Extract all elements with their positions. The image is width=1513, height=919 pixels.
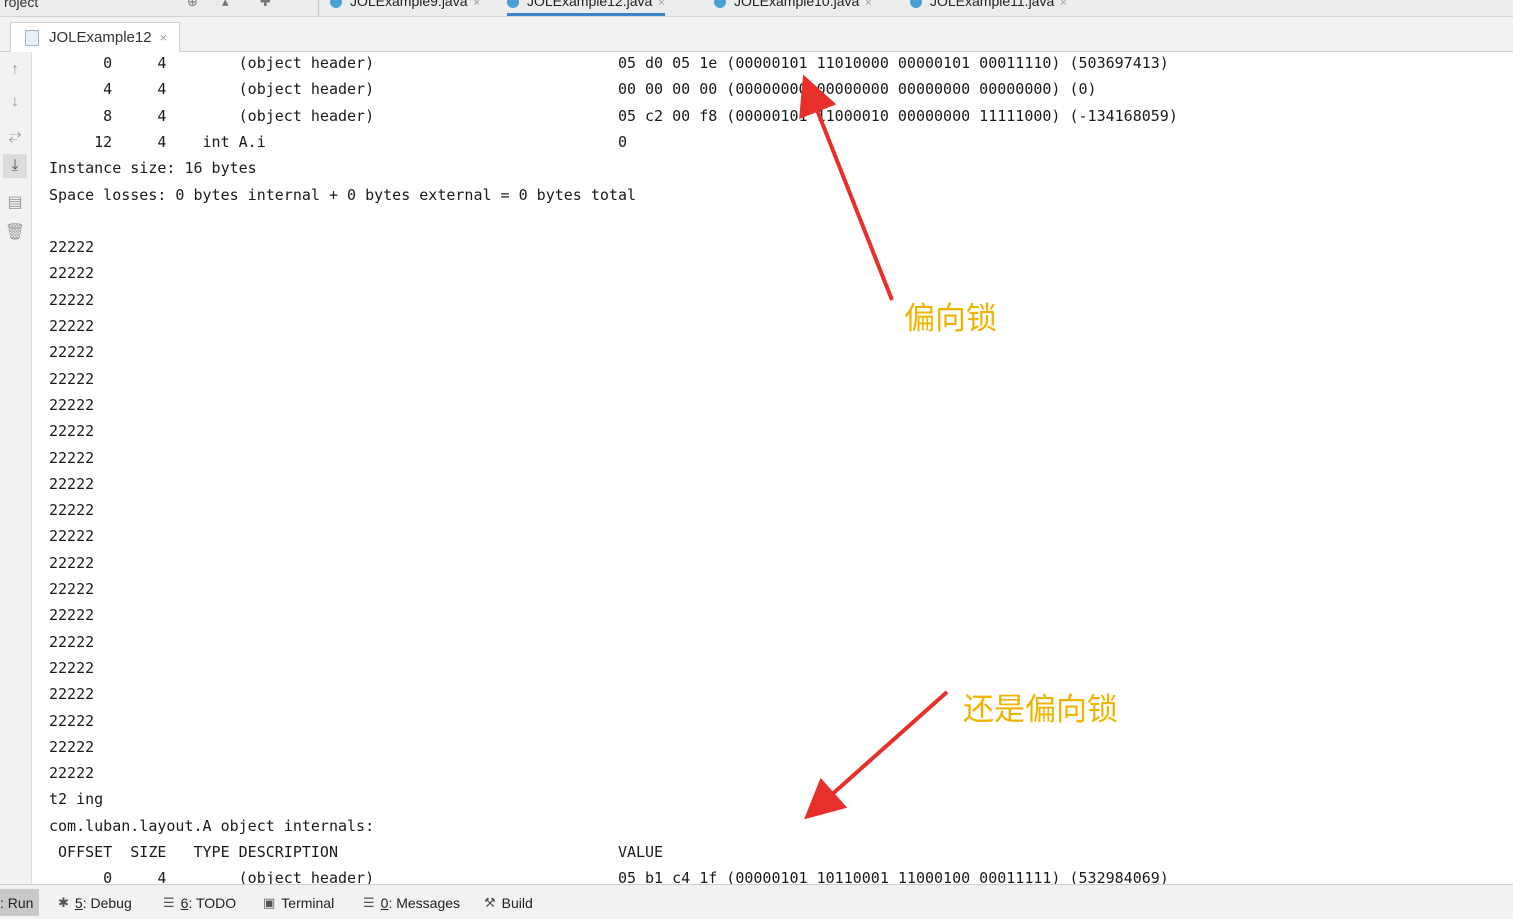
list-icon: ☰ xyxy=(163,895,175,910)
soft-wrap-icon[interactable]: ⥂ xyxy=(3,124,27,148)
console-line: 12 4 int A.i 0 xyxy=(49,132,627,151)
java-class-icon xyxy=(330,0,342,9)
console-line: 0 4 (object header) 05 d0 05 1e (0000010… xyxy=(49,54,1169,72)
up-arrow-icon[interactable]: ↑ xyxy=(3,58,27,82)
run-tab-jolexample12[interactable]: JOLExample12 × xyxy=(10,22,181,52)
annotation-biased-lock: 偏向锁 xyxy=(904,301,997,337)
java-class-icon xyxy=(910,0,922,9)
hammer-icon: ⚒ xyxy=(484,895,496,910)
console-line: t2 ing xyxy=(49,790,104,809)
print-icon[interactable]: ▤ xyxy=(3,190,27,214)
editor-tab-jolexample11[interactable]: JOLExample11.java × xyxy=(910,0,1067,16)
console-line: Instance size: 16 bytes xyxy=(49,159,257,178)
console-line: 22222 xyxy=(49,448,95,467)
console-line: 22222 xyxy=(49,764,95,783)
debug-tool-button[interactable]: ✱ 5: Debug xyxy=(58,893,132,913)
terminal-icon: ▣ xyxy=(263,895,276,910)
build-tool-button[interactable]: ⚒ Build xyxy=(484,893,533,913)
messages-icon: ☰ xyxy=(363,895,375,910)
console-line: 22222 xyxy=(49,553,95,572)
annotation-still-biased-lock: 还是偏向锁 xyxy=(963,692,1118,728)
close-icon[interactable]: × xyxy=(474,0,480,9)
run-tool-button[interactable]: : Run xyxy=(0,889,40,916)
run-config-icon xyxy=(25,29,39,46)
console-line: 22222 xyxy=(49,501,95,520)
project-tool-window-label[interactable]: roject xyxy=(4,0,38,10)
run-tab-label: JOLExample12 xyxy=(49,29,152,46)
editor-tab-jolexample12[interactable]: JOLExample12.java × xyxy=(507,0,665,16)
down-arrow-icon[interactable]: ↓ xyxy=(3,90,27,114)
editor-tab-jolexample9[interactable]: JOLExample9.java × xyxy=(330,0,480,16)
target-icon[interactable]: ⊕ xyxy=(187,0,198,10)
messages-tool-button[interactable]: ☰ 0: Messages xyxy=(363,893,460,913)
editor-tab-strip: roject ⊕ ▴ ✚ JOLExample9.java × JOLExampl… xyxy=(0,0,1513,17)
console-line: 22222 xyxy=(49,632,95,651)
close-icon[interactable]: × xyxy=(160,30,168,45)
console-line: 4 4 (object header) 00 00 00 00 (0000000… xyxy=(49,80,1097,99)
console-line: 22222 xyxy=(49,317,95,335)
java-class-icon xyxy=(714,0,726,9)
bottom-tool-window-bar: : Run ✱ 5: Debug ☰ 6: TODO ▣ Terminal ☰ 0: M… xyxy=(0,884,1513,919)
console-line: 0 4 (object header) 05 b1 c4 1f (0000010… xyxy=(49,869,1169,884)
close-icon[interactable]: × xyxy=(658,0,664,9)
trash-icon[interactable]: 🗑 xyxy=(3,220,27,244)
console-line: 22222 xyxy=(49,711,95,730)
run-side-toolbar: ↑ ↓ ⥂ ⤓ ▤ 🗑 xyxy=(0,52,32,884)
console-line: 22222 xyxy=(49,580,95,598)
console-line: 22222 xyxy=(49,238,95,257)
collapse-icon[interactable]: ▴ xyxy=(222,0,229,10)
scroll-to-end-icon[interactable]: ⤓ xyxy=(3,154,27,178)
settings-icon[interactable]: ✚ xyxy=(260,0,271,10)
console-line: 22222 xyxy=(49,264,95,283)
console-output[interactable]: 0 4 (object header) 05 d0 05 1e (0000010… xyxy=(32,52,1513,884)
console-line: 22222 xyxy=(49,658,95,677)
console-line: 22222 xyxy=(49,606,95,625)
editor-tab-jolexample10[interactable]: JOLExample10.java × xyxy=(714,0,872,16)
console-line: 22222 xyxy=(49,527,95,546)
console-line: 22222 xyxy=(49,395,95,414)
console-line: 22222 xyxy=(49,369,95,388)
tab-divider xyxy=(318,0,319,16)
run-tool-window-tabs: JOLExample12 × xyxy=(0,17,1513,52)
close-icon[interactable]: × xyxy=(1060,0,1066,9)
console-line: OFFSET SIZE TYPE DESCRIPTION VALUE xyxy=(49,843,664,861)
console-line: 8 4 (object header) 05 c2 00 f8 (0000010… xyxy=(49,106,1178,125)
console-line: Space losses: 0 bytes internal + 0 bytes… xyxy=(49,185,636,204)
console-line: 22222 xyxy=(49,474,95,493)
close-icon[interactable]: × xyxy=(865,0,871,9)
todo-tool-button[interactable]: ☰ 6: TODO xyxy=(163,893,236,913)
console-line: com.luban.layout.A object internals: xyxy=(49,816,375,835)
terminal-tool-button[interactable]: ▣ Terminal xyxy=(263,893,334,913)
console-line: 22222 xyxy=(49,685,95,704)
console-line: 22222 xyxy=(49,422,95,441)
console-line: 22222 xyxy=(49,737,95,756)
console-line: 22222 xyxy=(49,343,95,362)
bug-icon: ✱ xyxy=(58,895,69,910)
java-class-icon xyxy=(507,0,519,9)
console-line: 22222 xyxy=(49,290,95,309)
